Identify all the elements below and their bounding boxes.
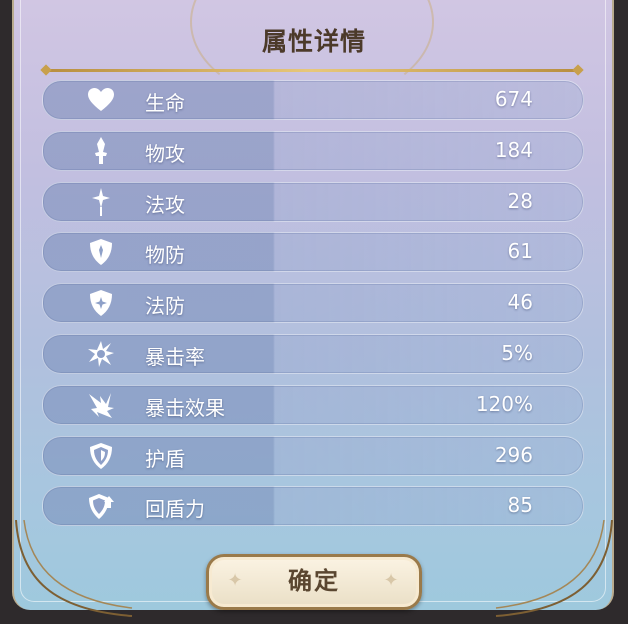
stat-label: 法防 (145, 294, 185, 319)
title-divider (46, 69, 578, 72)
stat-row-crit-rate: 暴击率 5% (42, 333, 584, 374)
stat-label: 暴击效果 (145, 395, 225, 420)
bottom-left-ornament (15, 520, 133, 617)
confirm-button-label: 确定 (288, 567, 340, 595)
stat-row-physical-attack: 物攻 184 (42, 130, 584, 171)
shield-icon (87, 238, 115, 266)
stat-row-crit-damage: 暴击效果 120% (42, 384, 584, 425)
stat-value: 184 (494, 137, 533, 162)
critical-burst-icon (87, 340, 115, 368)
bottom-right-ornament (495, 520, 613, 617)
stat-row-hp: 生命 674 (42, 80, 584, 120)
stat-value: 674 (494, 87, 533, 111)
stat-value: 85 (507, 493, 533, 518)
stat-label: 生命 (145, 91, 185, 115)
stat-value: 61 (507, 239, 533, 264)
button-right-ornament-icon: ✦ (383, 570, 401, 591)
sword-icon (87, 136, 115, 165)
critical-damage-icon (87, 391, 115, 419)
stat-label: 护盾 (145, 446, 185, 471)
stat-label: 物防 (145, 243, 185, 268)
stat-value: 296 (494, 442, 533, 467)
magic-shield-icon (87, 289, 115, 317)
shield-regen-icon (87, 492, 115, 520)
stat-label: 回盾力 (145, 497, 205, 522)
stat-value: 120% (475, 391, 533, 416)
stat-value: 5% (501, 340, 533, 365)
heart-icon (87, 86, 115, 114)
stat-row-magic-attack: 法攻 28 (42, 181, 584, 222)
stat-value: 46 (507, 290, 533, 315)
stat-row-magic-defense: 法防 46 (42, 283, 584, 324)
stat-row-shield: 护盾 296 (42, 435, 584, 476)
stats-list: 生命 674 物攻 184 法攻 28 物防 61 法防 46 暴击率 5% 暴… (42, 80, 584, 537)
magic-star-icon (87, 187, 115, 216)
stat-row-physical-defense: 物防 61 (42, 232, 584, 273)
button-left-ornament-icon: ✦ (227, 570, 245, 591)
stat-label: 暴击率 (145, 344, 205, 369)
barrier-shield-icon (87, 442, 115, 470)
confirm-button[interactable]: ✦ 确定 ✦ (206, 554, 422, 610)
stat-value: 28 (507, 188, 533, 213)
stat-label: 法攻 (145, 192, 185, 217)
stat-label: 物攻 (145, 141, 185, 166)
panel-title: 属性详情 (261, 27, 366, 56)
